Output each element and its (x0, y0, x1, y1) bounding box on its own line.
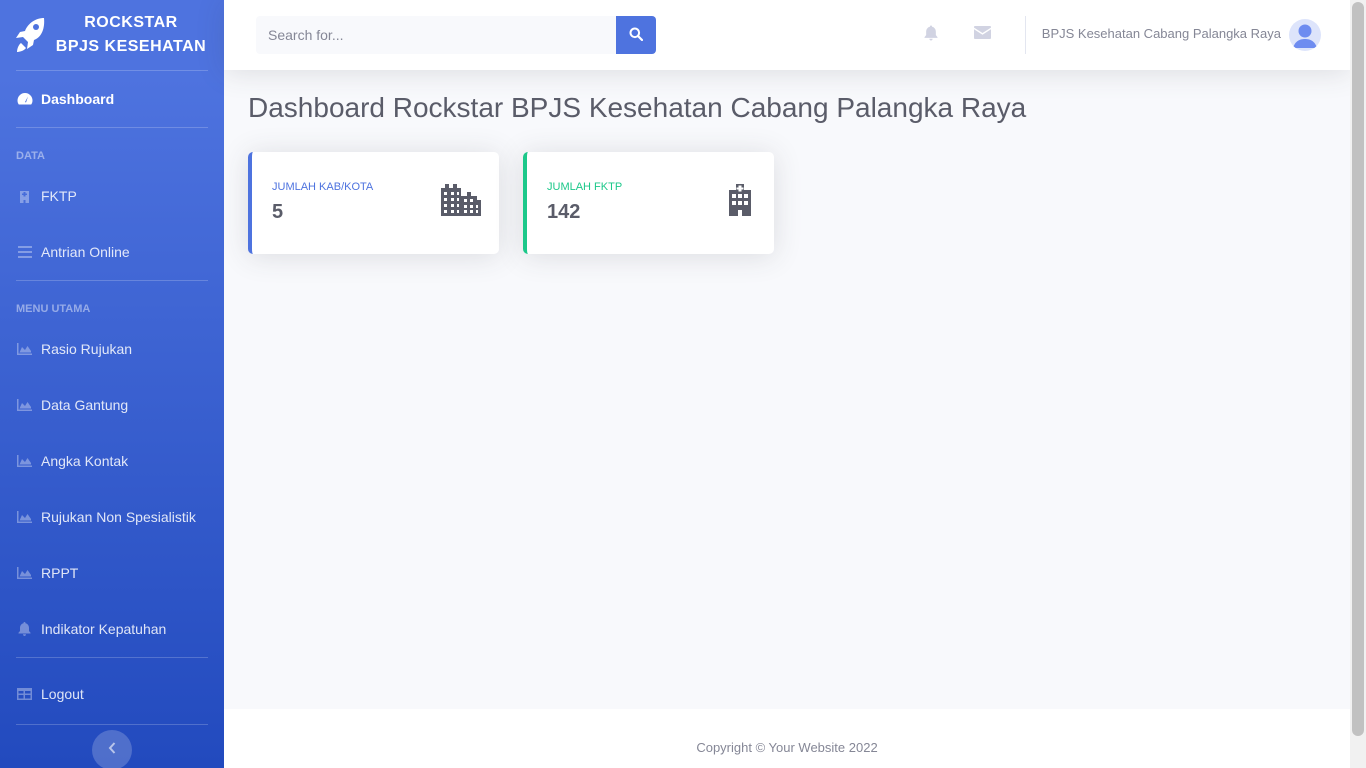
stat-card-kab-kota: JUMLAH KAB/KOTA 5 (248, 152, 499, 254)
bell-icon (16, 622, 33, 636)
sidebar-item-rasio-rujukan[interactable]: Rasio Rujukan (0, 321, 224, 377)
footer: Copyright © Your Website 2022 (224, 709, 1350, 768)
sidebar-item-label: Rujukan Non Spesialistik (41, 509, 196, 525)
sidebar-item-dashboard[interactable]: Dashboard (0, 71, 224, 127)
alerts-button[interactable] (922, 24, 940, 46)
sidebar-item-fktp[interactable]: FKTP (0, 168, 224, 224)
user-avatar[interactable] (1289, 19, 1321, 51)
topbar-divider (1025, 16, 1026, 54)
area-chart-icon (16, 454, 33, 468)
sidebar-item-label: Rasio Rujukan (41, 341, 133, 357)
hospital-icon (16, 189, 33, 203)
search-icon (629, 27, 644, 44)
sidebar: ROCKSTAR BPJS KESEHATAN Dashboard DATA F… (0, 0, 224, 768)
messages-button[interactable] (973, 25, 991, 45)
sidebar-item-angka-kontak[interactable]: Angka Kontak (0, 433, 224, 489)
area-chart-icon (16, 566, 33, 580)
user-name[interactable]: BPJS Kesehatan Cabang Palangka Raya (1042, 26, 1281, 41)
sidebar-item-label: Data Gantung (41, 397, 129, 413)
stat-card-fktp: JUMLAH FKTP 142 (523, 152, 774, 254)
sidebar-item-antrian[interactable]: Antrian Online (0, 224, 224, 280)
card-label: JUMLAH FKTP (547, 181, 623, 193)
brand-line-1: ROCKSTAR (84, 14, 178, 31)
hospital-icon (726, 184, 754, 221)
sidebar-heading-menu: MENU UTAMA (16, 303, 91, 315)
search-button[interactable] (616, 16, 656, 54)
scrollbar-thumb[interactable] (1352, 2, 1364, 736)
sidebar-item-rujukan-non-spesialistik[interactable]: Rujukan Non Spesialistik (0, 489, 224, 545)
bars-icon (16, 245, 33, 259)
search-input[interactable] (256, 16, 616, 54)
topbar: BPJS Kesehatan Cabang Palangka Raya (224, 0, 1350, 70)
sidebar-item-data-gantung[interactable]: Data Gantung (0, 377, 224, 433)
sidebar-brand[interactable]: ROCKSTAR BPJS KESEHATAN (0, 0, 224, 70)
sidebar-item-label: Dashboard (41, 91, 115, 107)
area-chart-icon (16, 398, 33, 412)
copyright-text: Copyright © Your Website 2022 (696, 740, 878, 755)
card-value: 142 (547, 201, 581, 223)
sidebar-item-label: Angka Kontak (41, 453, 129, 469)
scrollbar[interactable] (1350, 0, 1366, 768)
page-title: Dashboard Rockstar BPJS Kesehatan Cabang… (248, 92, 1027, 123)
card-label: JUMLAH KAB/KOTA (272, 181, 374, 193)
area-chart-icon (16, 342, 33, 356)
sidebar-toggle-button[interactable] (92, 730, 132, 768)
area-chart-icon (16, 510, 33, 524)
chevron-left-icon (108, 741, 116, 759)
sidebar-item-logout[interactable]: Logout (0, 666, 224, 722)
envelope-icon (973, 26, 991, 44)
sidebar-divider (16, 280, 208, 281)
sidebar-item-label: Antrian Online (41, 244, 130, 260)
table-icon (16, 687, 33, 701)
sidebar-divider (16, 657, 208, 658)
sidebar-divider (16, 724, 208, 725)
sidebar-item-label: FKTP (41, 188, 77, 204)
sidebar-item-label: Indikator Kepatuhan (41, 621, 167, 637)
tachometer-icon (16, 92, 33, 106)
sidebar-item-label: Logout (41, 686, 84, 702)
rocket-icon (16, 17, 46, 53)
sidebar-divider (16, 127, 208, 128)
bell-icon (924, 24, 938, 46)
user-icon (1293, 24, 1317, 48)
city-icon (441, 184, 481, 221)
sidebar-heading-data: DATA (16, 150, 45, 162)
sidebar-item-indikator-kepatuhan[interactable]: Indikator Kepatuhan (0, 601, 224, 657)
card-value: 5 (272, 201, 284, 223)
brand-line-2: BPJS KESEHATAN (55, 38, 207, 55)
search-form (256, 16, 656, 54)
sidebar-item-rppt[interactable]: RPPT (0, 545, 224, 601)
sidebar-item-label: RPPT (41, 565, 79, 581)
